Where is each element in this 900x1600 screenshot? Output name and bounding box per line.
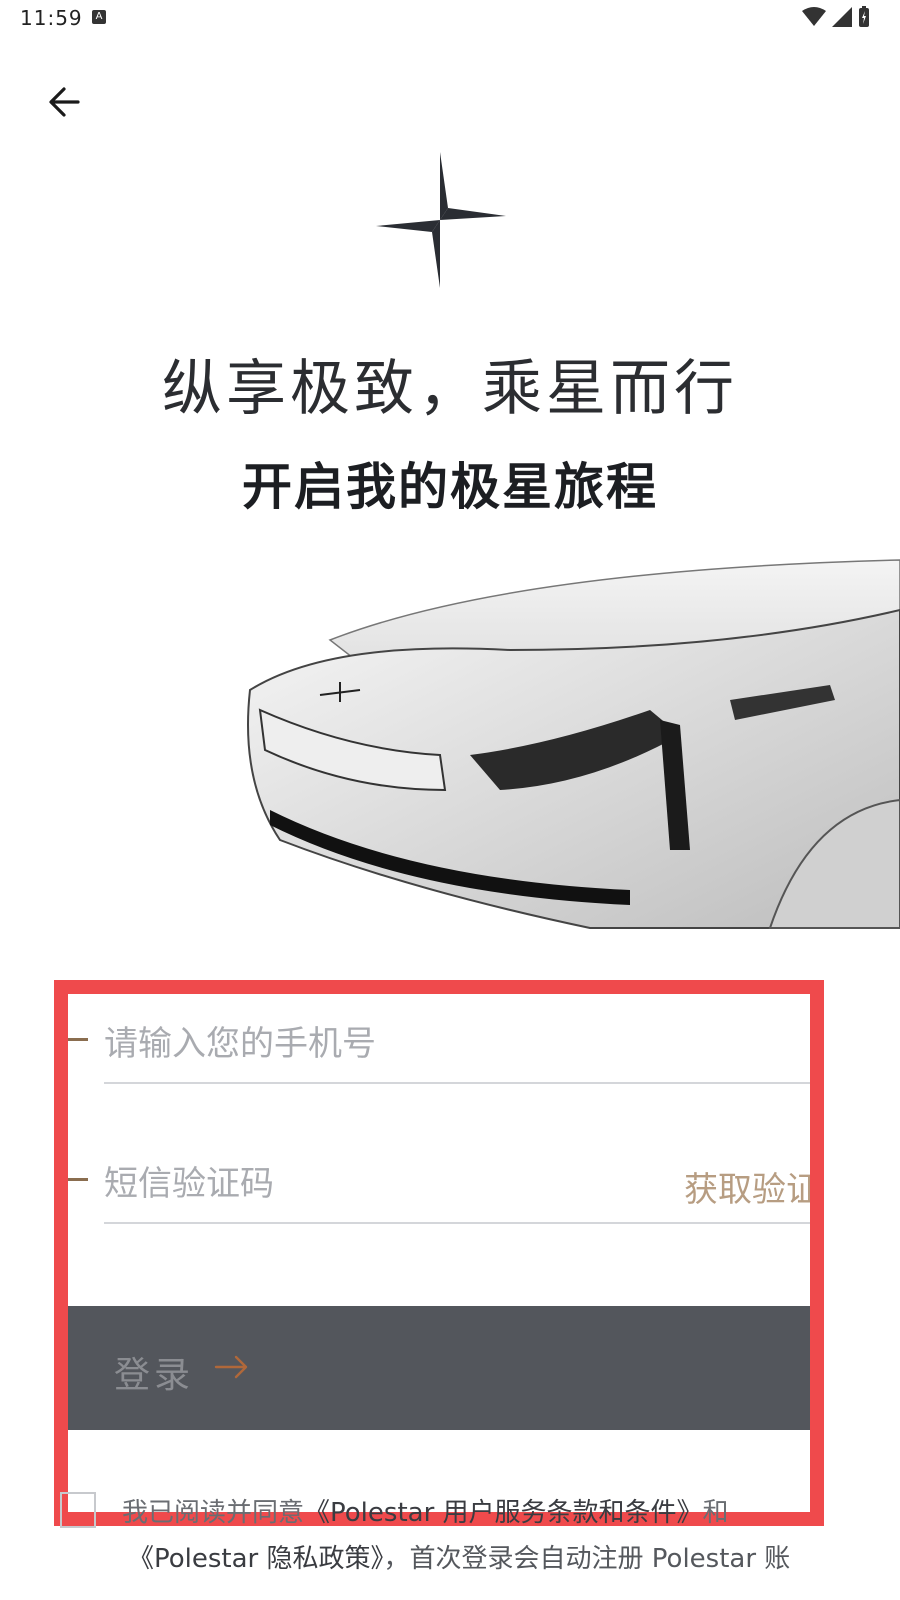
phone-input[interactable]	[104, 1014, 624, 1074]
wifi-icon	[802, 7, 826, 26]
polestar-star-icon	[376, 152, 506, 288]
notification-icon: A	[92, 10, 106, 24]
field-marker	[68, 1178, 88, 1181]
subtitle: 开启我的极星旅程	[242, 458, 658, 516]
status-bar: 11:59 A	[0, 0, 900, 36]
agreement-row: 我已阅读并同意《Polestar 用户服务条款和条件》和 《Polestar 隐…	[56, 1486, 886, 1600]
privacy-link[interactable]: 《Polestar 隐私政策》	[128, 1544, 384, 1574]
code-field[interactable]: 获取验证码	[104, 1154, 810, 1224]
agreement-prefix: 我已阅读并同意	[122, 1498, 305, 1528]
agree-checkbox[interactable]	[60, 1492, 96, 1528]
login-button[interactable]: 登录	[68, 1306, 810, 1430]
login-label: 登录	[114, 1355, 195, 1396]
status-time: 11:59	[20, 6, 83, 30]
signal-icon	[832, 7, 852, 27]
car-sketch-image	[247, 559, 900, 929]
field-marker	[68, 1038, 88, 1041]
back-button[interactable]	[40, 80, 92, 124]
sms-code-input[interactable]	[104, 1154, 624, 1214]
agreement-and: 和	[702, 1498, 729, 1528]
slogan: 纵享极致，乘星而行	[162, 354, 738, 424]
get-code-button[interactable]: 获取验证码	[684, 1162, 810, 1211]
arrow-right-icon	[214, 1355, 248, 1379]
agreement-line-2: 《Polestar 隐私政策》，首次登录会自动注册 Polestar 账	[128, 1538, 790, 1575]
battery-icon	[859, 6, 869, 27]
arrow-left-icon	[49, 87, 80, 117]
login-form: 获取验证码 登录	[54, 980, 824, 1526]
status-icons	[802, 6, 870, 28]
agreement-line-1: 我已阅读并同意《Polestar 用户服务条款和条件》和	[122, 1492, 729, 1529]
terms-link[interactable]: 《Polestar 用户服务条款和条件》	[304, 1498, 703, 1528]
agreement-suffix: ，首次登录会自动注册 Polestar 账	[383, 1544, 791, 1574]
phone-field[interactable]	[104, 1014, 810, 1084]
